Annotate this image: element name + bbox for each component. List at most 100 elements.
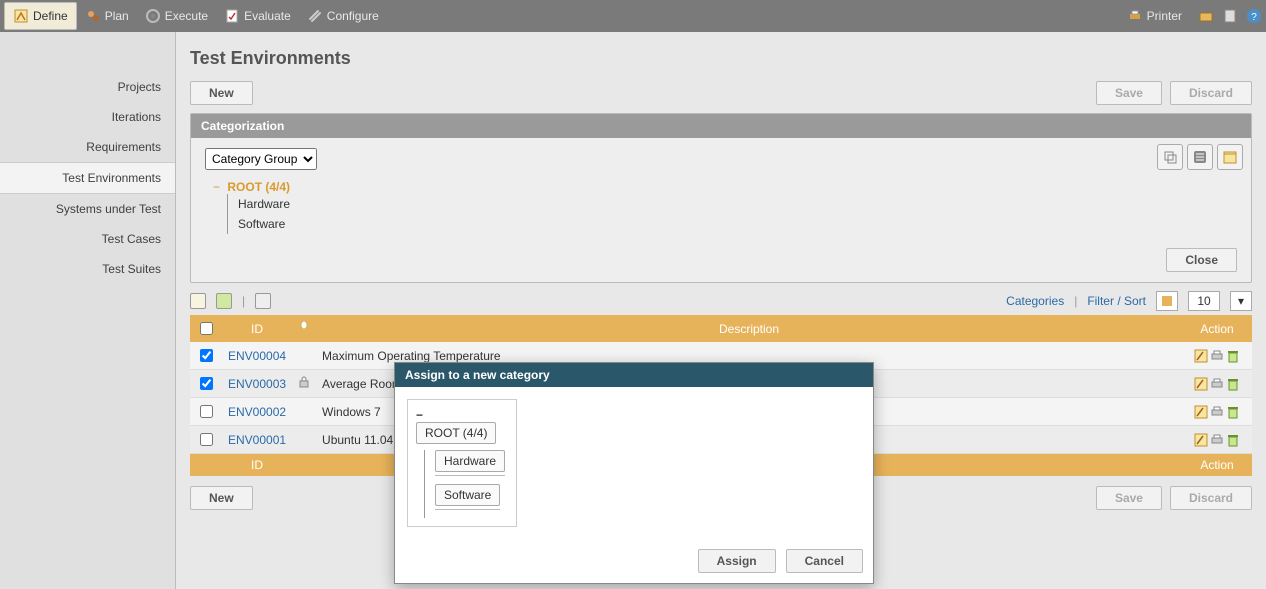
panel-notes-icon[interactable] [1217, 144, 1243, 170]
main-toolbar: Define Plan Execute Evaluate Configure P… [0, 0, 1266, 32]
new-button-bottom[interactable]: New [190, 486, 253, 510]
row-checkbox[interactable] [200, 377, 213, 390]
assign-button[interactable]: Assign [698, 549, 776, 573]
page-title: Test Environments [190, 48, 1252, 69]
sidebar-item-systems-under-test[interactable]: Systems under Test [0, 194, 175, 224]
edit-icon[interactable] [1194, 349, 1208, 363]
print-icon[interactable] [1210, 377, 1224, 391]
sidebar-label: Systems under Test [56, 202, 161, 216]
delete-icon[interactable] [1226, 377, 1240, 391]
col-checkbox[interactable] [190, 315, 222, 342]
toolbar-configure[interactable]: Configure [299, 2, 387, 30]
print-icon[interactable] [1210, 405, 1224, 419]
foot-id: ID [222, 454, 292, 477]
sidebar-item-test-suites[interactable]: Test Suites [0, 254, 175, 284]
cancel-button[interactable]: Cancel [786, 549, 863, 573]
page-size-dropdown-icon[interactable]: ▾ [1230, 291, 1252, 311]
sidebar-label: Requirements [86, 140, 161, 154]
tree-root-label: ROOT (4/4) [227, 180, 290, 194]
col-lock [292, 315, 316, 342]
toolbar-configure-label: Configure [327, 9, 379, 23]
toolbar-printer-label: Printer [1147, 9, 1182, 23]
sidebar: Projects Iterations Requirements Test En… [0, 32, 176, 589]
collapse-icon: − [213, 180, 220, 194]
col-id[interactable]: ID [222, 315, 292, 342]
page-size-field[interactable]: 10 [1188, 291, 1220, 311]
row-id-link[interactable]: ENV00003 [228, 377, 286, 391]
delete-icon[interactable] [1226, 433, 1240, 447]
define-icon [13, 8, 29, 24]
toolbar-plan-label: Plan [105, 9, 129, 23]
col-action: Action [1182, 315, 1252, 342]
tree-leaf-software[interactable]: Software [238, 214, 1237, 234]
toolbar-plan[interactable]: Plan [77, 2, 137, 30]
delete-grid-icon[interactable] [216, 293, 232, 309]
foot-action: Action [1182, 454, 1252, 477]
sidebar-item-test-environments[interactable]: Test Environments [0, 162, 175, 194]
sidebar-item-requirements[interactable]: Requirements [0, 132, 175, 162]
configure-icon [307, 8, 323, 24]
sidebar-label: Test Environments [62, 171, 161, 185]
toolbar-execute[interactable]: Execute [137, 2, 216, 30]
category-group-select[interactable]: Category Group [205, 148, 317, 170]
toolbar-box-icon[interactable] [1198, 8, 1214, 24]
row-id-link[interactable]: ENV00001 [228, 433, 286, 447]
toolbar-execute-label: Execute [165, 9, 208, 23]
row-id-link[interactable]: ENV00004 [228, 349, 286, 363]
toolbar-printer[interactable]: Printer [1119, 2, 1190, 30]
sidebar-item-iterations[interactable]: Iterations [0, 102, 175, 132]
close-button[interactable]: Close [1166, 248, 1237, 272]
panel-copy-icon[interactable] [1157, 144, 1183, 170]
print-grid-icon[interactable] [190, 293, 206, 309]
lock-icon [298, 377, 310, 391]
row-checkbox[interactable] [200, 405, 213, 418]
toolbar-define[interactable]: Define [4, 2, 77, 30]
row-checkbox[interactable] [200, 349, 213, 362]
tree-leaf-hardware[interactable]: Hardware [238, 194, 1237, 214]
modal-node-software[interactable]: Software [435, 484, 500, 506]
save-button-bottom[interactable]: Save [1096, 486, 1162, 510]
edit-icon[interactable] [1194, 433, 1208, 447]
svg-text:?: ? [1251, 12, 1257, 23]
execute-icon [145, 8, 161, 24]
folder-icon[interactable] [255, 293, 271, 309]
row-id-link[interactable]: ENV00002 [228, 405, 286, 419]
row-checkbox[interactable] [200, 433, 213, 446]
filter-sort-link[interactable]: Filter / Sort [1087, 294, 1146, 308]
panel-list-icon[interactable] [1187, 144, 1213, 170]
discard-button-top[interactable]: Discard [1170, 81, 1252, 105]
sidebar-label: Test Suites [102, 262, 161, 276]
view-toggle-icon[interactable] [1156, 291, 1178, 311]
print-icon[interactable] [1210, 433, 1224, 447]
plan-icon [85, 8, 101, 24]
print-icon[interactable] [1210, 349, 1224, 363]
filter-bar: | Categories | Filter / Sort 10 ▾ [190, 291, 1252, 311]
discard-button-bottom[interactable]: Discard [1170, 486, 1252, 510]
sidebar-item-projects[interactable]: Projects [0, 72, 175, 102]
help-icon[interactable]: ? [1246, 8, 1262, 24]
modal-tree: − ROOT (4/4) Hardware Software [407, 399, 517, 527]
save-button-top[interactable]: Save [1096, 81, 1162, 105]
sidebar-item-test-cases[interactable]: Test Cases [0, 224, 175, 254]
modal-node-hardware[interactable]: Hardware [435, 450, 505, 472]
toolbar-page-icon[interactable] [1222, 8, 1238, 24]
delete-icon[interactable] [1226, 349, 1240, 363]
tree-leaf-label: Software [238, 217, 285, 231]
sidebar-label: Projects [118, 80, 161, 94]
toolbar-define-label: Define [33, 9, 68, 23]
printer-icon [1127, 8, 1143, 24]
edit-icon[interactable] [1194, 377, 1208, 391]
modal-root-node[interactable]: ROOT (4/4) [416, 422, 496, 444]
evaluate-icon [224, 8, 240, 24]
assign-category-modal: Assign to a new category − ROOT (4/4) Ha… [394, 362, 874, 584]
select-all-checkbox[interactable] [200, 322, 213, 335]
toolbar-evaluate[interactable]: Evaluate [216, 2, 299, 30]
categorization-panel: Categorization Category Group − ROOT (4/… [190, 113, 1252, 283]
categories-link[interactable]: Categories [1006, 294, 1064, 308]
delete-icon[interactable] [1226, 405, 1240, 419]
tree-root[interactable]: − ROOT (4/4) [213, 180, 1237, 194]
col-description[interactable]: Description [316, 315, 1182, 342]
collapse-icon[interactable]: − [416, 408, 423, 422]
new-button-top[interactable]: New [190, 81, 253, 105]
edit-icon[interactable] [1194, 405, 1208, 419]
